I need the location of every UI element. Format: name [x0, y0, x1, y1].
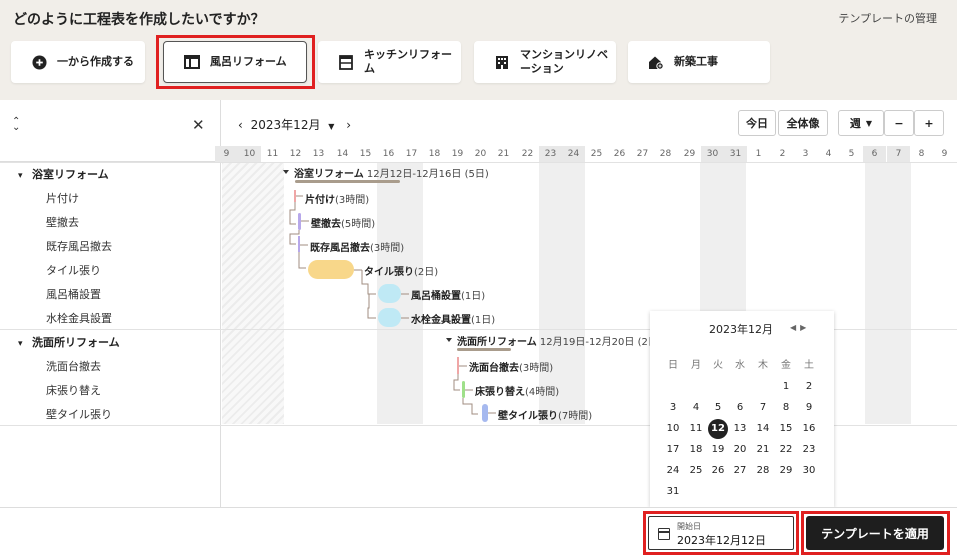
weekday-label: 火 [713, 360, 723, 371]
gantt-task-label: 水栓金具設置(1日) [411, 315, 496, 326]
calendar-day[interactable]: 24 [663, 461, 683, 481]
start-date-value: 2023年12月12日 [677, 534, 766, 547]
prev-month-icon: ◀ [790, 323, 801, 332]
weekday-label: 金 [781, 360, 791, 371]
weekday-label: 土 [804, 360, 814, 371]
apply-template-button[interactable]: テンプレートを適用 [806, 516, 944, 550]
calendar-day[interactable]: 13 [730, 419, 750, 439]
task-bar [457, 357, 459, 374]
gantt-task-label: 床張り替え(4時間) [475, 387, 560, 398]
weekday-label: 水 [735, 360, 745, 371]
calendar-day[interactable]: 8 [776, 398, 796, 418]
gantt-task-label: タイル張り(2日) [364, 267, 439, 278]
task-bar [294, 190, 296, 202]
calendar-day[interactable]: 6 [730, 398, 750, 418]
calendar-day[interactable]: 25 [686, 461, 706, 481]
calendar-day[interactable]: 2 [799, 377, 819, 397]
start-date-label: 開始日 [677, 522, 701, 531]
calendar-day[interactable]: 18 [686, 440, 706, 460]
group-caret [283, 170, 289, 174]
gantt-group-label: 浴室リフォーム 12月12日-12月16日 (5日) [294, 169, 489, 180]
task-bar [482, 404, 488, 422]
gantt-group-label: 洗面所リフォーム 12月19日-12月20日 (2日) [457, 337, 662, 348]
start-date-field[interactable]: 開始日 2023年12月12日 [648, 516, 794, 550]
weekday-label: 木 [758, 360, 768, 371]
calendar-day[interactable]: 17 [663, 440, 683, 460]
calendar-day[interactable]: 26 [708, 461, 728, 481]
gantt-task-label: 洗面台撤去(3時間) [469, 363, 554, 374]
task-bar [462, 381, 465, 398]
date-picker-popup: 2023年12月 ◀▶ 日月火水木金土 1 2 3 4 5 6 7 8 9 10 11 12 13 14 15… [650, 311, 834, 507]
gantt-task-label: 壁タイル張り(7時間) [498, 411, 593, 422]
weekday-label: 日 [668, 360, 678, 371]
gantt-task-label: 壁撤去(5時間) [311, 219, 376, 230]
calendar-day[interactable]: 27 [730, 461, 750, 481]
calendar-day[interactable]: 1 [776, 377, 796, 397]
next-month-icon: ▶ [800, 323, 811, 332]
calendar-day[interactable]: 3 [663, 398, 683, 418]
gantt-task-label: 片付け(3時間) [305, 195, 370, 206]
calendar-day[interactable]: 28 [753, 461, 773, 481]
group-summary-bar [457, 348, 511, 351]
calendar-day-selected[interactable]: 12 [708, 419, 728, 439]
gantt-task-label: 風呂桶設置(1日) [411, 291, 486, 302]
task-bar [298, 213, 301, 230]
calendar-day[interactable]: 7 [753, 398, 773, 418]
task-bar-faucet [378, 308, 401, 327]
calendar-day[interactable]: 30 [799, 461, 819, 481]
calendar-day[interactable]: 20 [730, 440, 750, 460]
calendar-day[interactable]: 16 [799, 419, 819, 439]
calendar-day[interactable]: 10 [663, 419, 683, 439]
calendar-day[interactable]: 11 [686, 419, 706, 439]
calendar-day[interactable]: 31 [663, 482, 683, 502]
group-caret [446, 338, 452, 342]
calendar-day[interactable]: 14 [753, 419, 773, 439]
calendar-day[interactable]: 15 [776, 419, 796, 439]
calendar-day[interactable]: 22 [776, 440, 796, 460]
group-summary-bar [295, 180, 400, 183]
task-bar-tub [378, 284, 401, 303]
gantt-task-label: 既存風呂撤去(3時間) [310, 243, 405, 254]
weekday-label: 月 [691, 360, 701, 371]
calendar-icon [658, 528, 670, 540]
calendar-day[interactable]: 19 [708, 440, 728, 460]
calendar-day[interactable]: 21 [753, 440, 773, 460]
task-bar [298, 236, 300, 252]
calendar-nav-arrows[interactable]: ◀▶ [790, 323, 810, 332]
task-bar-tile [308, 260, 354, 279]
calendar-month-title: 2023年12月 [709, 323, 773, 336]
calendar-day[interactable]: 9 [799, 398, 819, 418]
calendar-day[interactable]: 4 [686, 398, 706, 418]
calendar-day[interactable]: 5 [708, 398, 728, 418]
calendar-day[interactable]: 29 [776, 461, 796, 481]
calendar-day[interactable]: 23 [799, 440, 819, 460]
